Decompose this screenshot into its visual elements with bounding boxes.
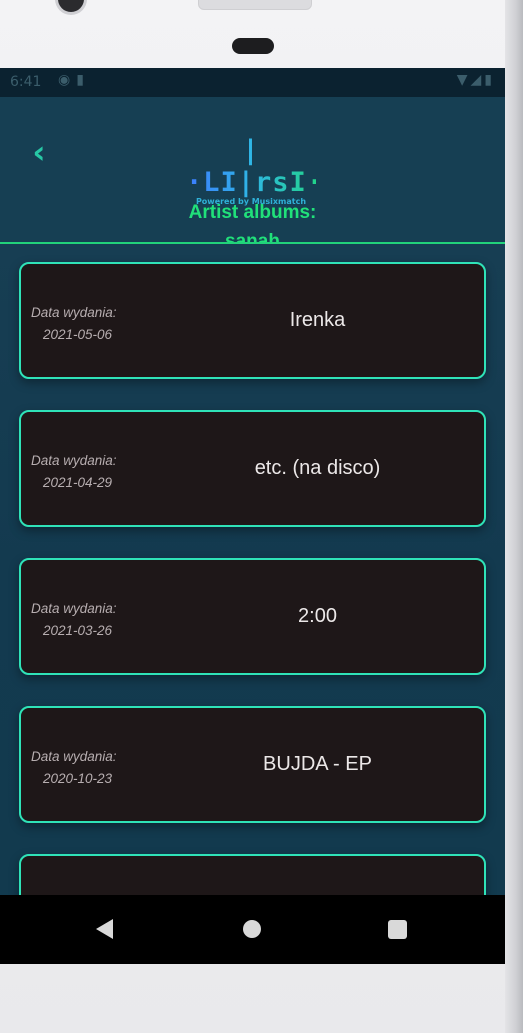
nav-back-icon[interactable] <box>96 919 113 939</box>
release-date-value: 2021-05-06 <box>43 327 113 342</box>
app-header: ‹ |·LI|rsI·| Powered by Musixmatch Artis… <box>0 97 505 252</box>
chevron-left-icon: ‹ <box>32 133 46 171</box>
cast-icon: ◉ <box>58 72 77 88</box>
system-nav-bar <box>0 895 505 964</box>
album-title: Irenka <box>289 309 346 331</box>
nav-home-icon[interactable] <box>243 920 261 938</box>
album-card[interactable] <box>19 854 486 895</box>
release-date-label: Data wydania: <box>31 305 117 320</box>
album-title: etc. (na disco) <box>254 457 381 479</box>
album-list[interactable]: Data wydania: 2021-05-06 Irenka Data wyd… <box>0 244 505 895</box>
screen: 6:41 ◉▮ ▼◢▮ ‹ |·LI|rsI·| Powered by Musi… <box>0 68 505 964</box>
signal-icon: ◢ <box>470 72 485 88</box>
nav-recents-icon[interactable] <box>388 920 407 939</box>
page-title: Artist albums: <box>188 202 317 223</box>
album-card[interactable]: Data wydania: 2021-04-29 etc. (na disco) <box>19 410 486 527</box>
album-title <box>161 856 474 895</box>
album-card[interactable]: Data wydania: 2021-03-26 2:00 <box>19 558 486 675</box>
release-date-value: 2021-04-29 <box>43 475 113 490</box>
front-camera <box>58 0 84 12</box>
album-title: 2:00 <box>298 605 337 627</box>
app-logo: |·LI|rsI·| Powered by Musixmatch <box>186 135 340 206</box>
device-edge <box>505 0 523 1033</box>
sd-card-icon: ▮ <box>76 72 90 88</box>
album-card[interactable]: Data wydania: 2021-05-06 Irenka <box>19 262 486 379</box>
status-left-icons: ◉▮ <box>58 72 90 88</box>
earpiece-speaker <box>232 38 274 54</box>
release-date-label: Data wydania: <box>31 601 117 616</box>
logo-mark: |·LI|rsI·| <box>186 135 342 198</box>
battery-icon: ▮ <box>484 72 495 88</box>
release-date: Data wydania: 2021-03-26 <box>31 598 151 642</box>
album-card[interactable]: Data wydania: 2020-10-23 BUJDA - EP <box>19 706 486 823</box>
status-bar: 6:41 ◉▮ ▼◢▮ <box>0 68 505 97</box>
status-time: 6:41 <box>10 74 42 90</box>
status-right-icons: ▼◢▮ <box>457 72 495 88</box>
release-date: Data wydania: 2021-04-29 <box>31 450 151 494</box>
release-date-label: Data wydania: <box>31 749 117 764</box>
release-date: Data wydania: 2020-10-23 <box>31 746 151 790</box>
album-title: BUJDA - EP <box>263 753 372 775</box>
release-date-value: 2021-03-26 <box>43 623 113 638</box>
top-sensor <box>198 0 312 10</box>
back-button[interactable]: ‹ <box>22 135 56 169</box>
release-date-label: Data wydania: <box>31 453 117 468</box>
release-date-value: 2020-10-23 <box>43 771 113 786</box>
release-date: Data wydania: 2021-05-06 <box>31 302 151 346</box>
device-frame: 6:41 ◉▮ ▼◢▮ ‹ |·LI|rsI·| Powered by Musi… <box>0 0 523 1033</box>
wifi-icon: ▼ <box>456 72 471 88</box>
